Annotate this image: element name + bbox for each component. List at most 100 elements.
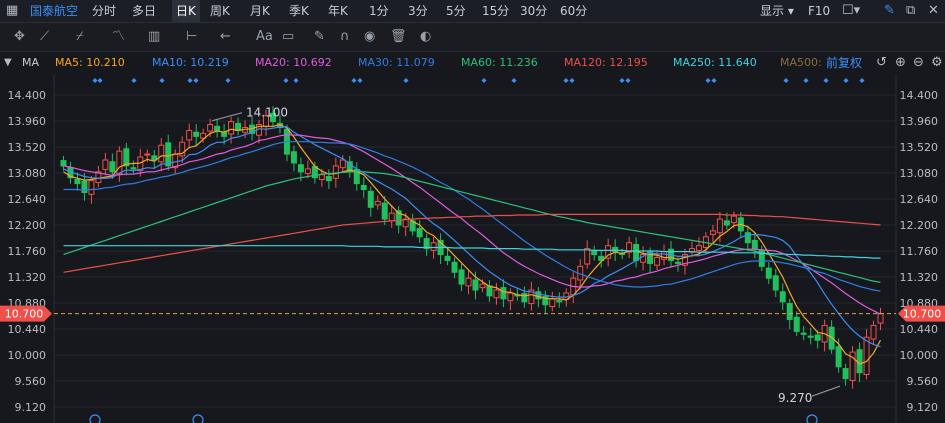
event-marker-17	[625, 78, 631, 83]
adjust-mode[interactable]: 前复权	[826, 52, 862, 74]
f10-button[interactable]: F10	[808, 0, 830, 22]
toggle-tool-icon[interactable]: ◐	[420, 27, 431, 47]
tab-period-10[interactable]: 15分	[482, 0, 509, 22]
candle-body-111	[835, 346, 842, 368]
candle-body-68	[535, 291, 542, 300]
ma-value-0[interactable]: MA5: 10.210	[55, 52, 125, 74]
candle-body-46	[381, 202, 388, 220]
tab-period-9[interactable]: 5分	[446, 0, 466, 22]
candle-body-57	[458, 269, 465, 285]
ma-value-5[interactable]: MA120: 12.195	[564, 52, 648, 74]
tab-period-2[interactable]: 日K	[172, 0, 200, 22]
eye-tool-icon[interactable]: ◉	[364, 27, 375, 47]
candle-body-56	[451, 261, 458, 273]
event-marker-21	[803, 78, 809, 83]
top-bar: ▦ 国泰航空 分时 多日 日K 周K 月K 季K 年K 1分 3分 5分 15分 30分 60分 显示 …	[0, 0, 945, 23]
candle-body-55	[444, 255, 451, 261]
candle-body-63	[500, 287, 507, 300]
checkbox-icon[interactable]: ☐▾	[842, 0, 860, 22]
tab-period-6[interactable]: 年K	[328, 0, 348, 22]
grid-menu-icon[interactable]: ▦	[6, 0, 18, 22]
candle-body-75	[584, 248, 591, 265]
pen-tool-icon[interactable]: ✎	[314, 27, 325, 47]
collapse-icon[interactable]: ▼	[4, 52, 12, 74]
channel-tool-icon[interactable]: ⌿	[76, 27, 84, 47]
trash-tool-icon[interactable]: 🗑	[390, 27, 407, 47]
tab-period-4[interactable]: 月K	[250, 0, 270, 22]
candle-body-99	[751, 239, 758, 250]
candle-body-93	[709, 230, 716, 235]
ma-value-3[interactable]: MA30: 11.079	[358, 52, 435, 74]
candle-body-45	[374, 200, 381, 206]
y-tick-left-2: 13.520	[8, 141, 47, 154]
candle-body-9	[123, 148, 130, 167]
y-tick-right-3: 13.080	[900, 167, 939, 180]
low-annotation: 9.270	[778, 391, 812, 405]
display-dropdown[interactable]: 显示 ▾	[760, 0, 794, 22]
candle-body-53	[430, 242, 437, 251]
candle-body-7	[109, 161, 116, 173]
text-tool-icon[interactable]: Aa	[256, 27, 273, 47]
y-tick-left-11: 9.560	[15, 375, 47, 388]
candle-body-95	[723, 220, 730, 226]
note-tool-icon[interactable]: ▭	[282, 27, 294, 47]
tab-period-7[interactable]: 1分	[369, 0, 389, 22]
ma-line-ma20	[63, 133, 881, 315]
ma-value-2[interactable]: MA20: 10.692	[255, 52, 332, 74]
candle-body-117	[877, 313, 884, 324]
event-marker-2	[131, 78, 137, 83]
y-tick-left-1: 13.960	[8, 115, 47, 128]
range-tool-icon[interactable]: ⊢	[186, 27, 197, 47]
zoom-out-icon[interactable]: ⊖	[913, 52, 924, 74]
ma-value-4[interactable]: MA60: 11.236	[461, 52, 538, 74]
tab-period-1[interactable]: 多日	[132, 0, 156, 22]
y-tick-left-10: 10.000	[8, 349, 47, 362]
candle-body-34	[297, 164, 304, 173]
high-annotation-line	[211, 112, 243, 122]
restore-icon[interactable]: ⧉	[906, 0, 915, 22]
candlestick-chart[interactable]: 14.400 14.400 13.960 13.960 13.520 13.520 13.0…	[0, 74, 945, 423]
event-marker-6	[225, 78, 231, 83]
event-marker-16	[619, 78, 625, 83]
event-marker-1	[97, 78, 103, 83]
tab-period-3[interactable]: 周K	[210, 0, 230, 22]
event-marker-13	[511, 78, 517, 83]
magnet-tool-icon[interactable]: ∩	[340, 27, 350, 47]
tab-period-5[interactable]: 季K	[289, 0, 309, 22]
candle-body-35	[304, 168, 311, 175]
tab-period-8[interactable]: 3分	[408, 0, 428, 22]
ma-value-6[interactable]: MA250: 11.640	[673, 52, 757, 74]
high-annotation: 14.100	[246, 106, 288, 120]
bottom-marker-2	[806, 414, 818, 423]
candle-body-76	[591, 249, 598, 256]
wave-tool-icon[interactable]: 〽	[112, 27, 125, 47]
zoom-in-icon[interactable]: ⊕	[895, 52, 906, 74]
ma-value-1[interactable]: MA10: 10.219	[152, 52, 229, 74]
tab-period-12[interactable]: 60分	[560, 0, 587, 22]
fib-tool-icon[interactable]: ▥	[148, 27, 160, 47]
undo-icon[interactable]: ↺	[876, 52, 887, 74]
current-price-label-right: 10.700	[903, 308, 942, 321]
stock-name[interactable]: 国泰航空	[30, 0, 78, 22]
candle-body-18	[186, 129, 193, 141]
candle-body-44	[367, 190, 374, 208]
settings-icon[interactable]: ⚙	[931, 52, 943, 74]
tab-period-11[interactable]: 30分	[520, 0, 547, 22]
candle-body-103	[779, 291, 786, 303]
candle-body-102	[772, 275, 779, 291]
y-tick-right-12: 9.120	[907, 401, 939, 414]
tab-period-0[interactable]: 分时	[92, 0, 116, 22]
candle-body-94	[716, 218, 723, 234]
y-tick-left-4: 12.640	[8, 193, 47, 206]
candle-body-71	[556, 300, 563, 303]
candle-body-33	[290, 151, 297, 164]
y-tick-right-7: 11.320	[900, 271, 939, 284]
indicator-name[interactable]: MA	[22, 52, 39, 74]
ma-value-7[interactable]: MA500:	[780, 52, 822, 74]
candle-body-114	[856, 349, 863, 374]
arrow-tool-icon[interactable]: ←	[220, 27, 231, 47]
pencil-icon[interactable]: ✎	[884, 0, 895, 22]
close-icon[interactable]: ✕	[928, 0, 939, 22]
line-tool-icon[interactable]: ⟋	[40, 27, 49, 47]
crosshair-tool-icon[interactable]: ✥	[14, 27, 25, 47]
